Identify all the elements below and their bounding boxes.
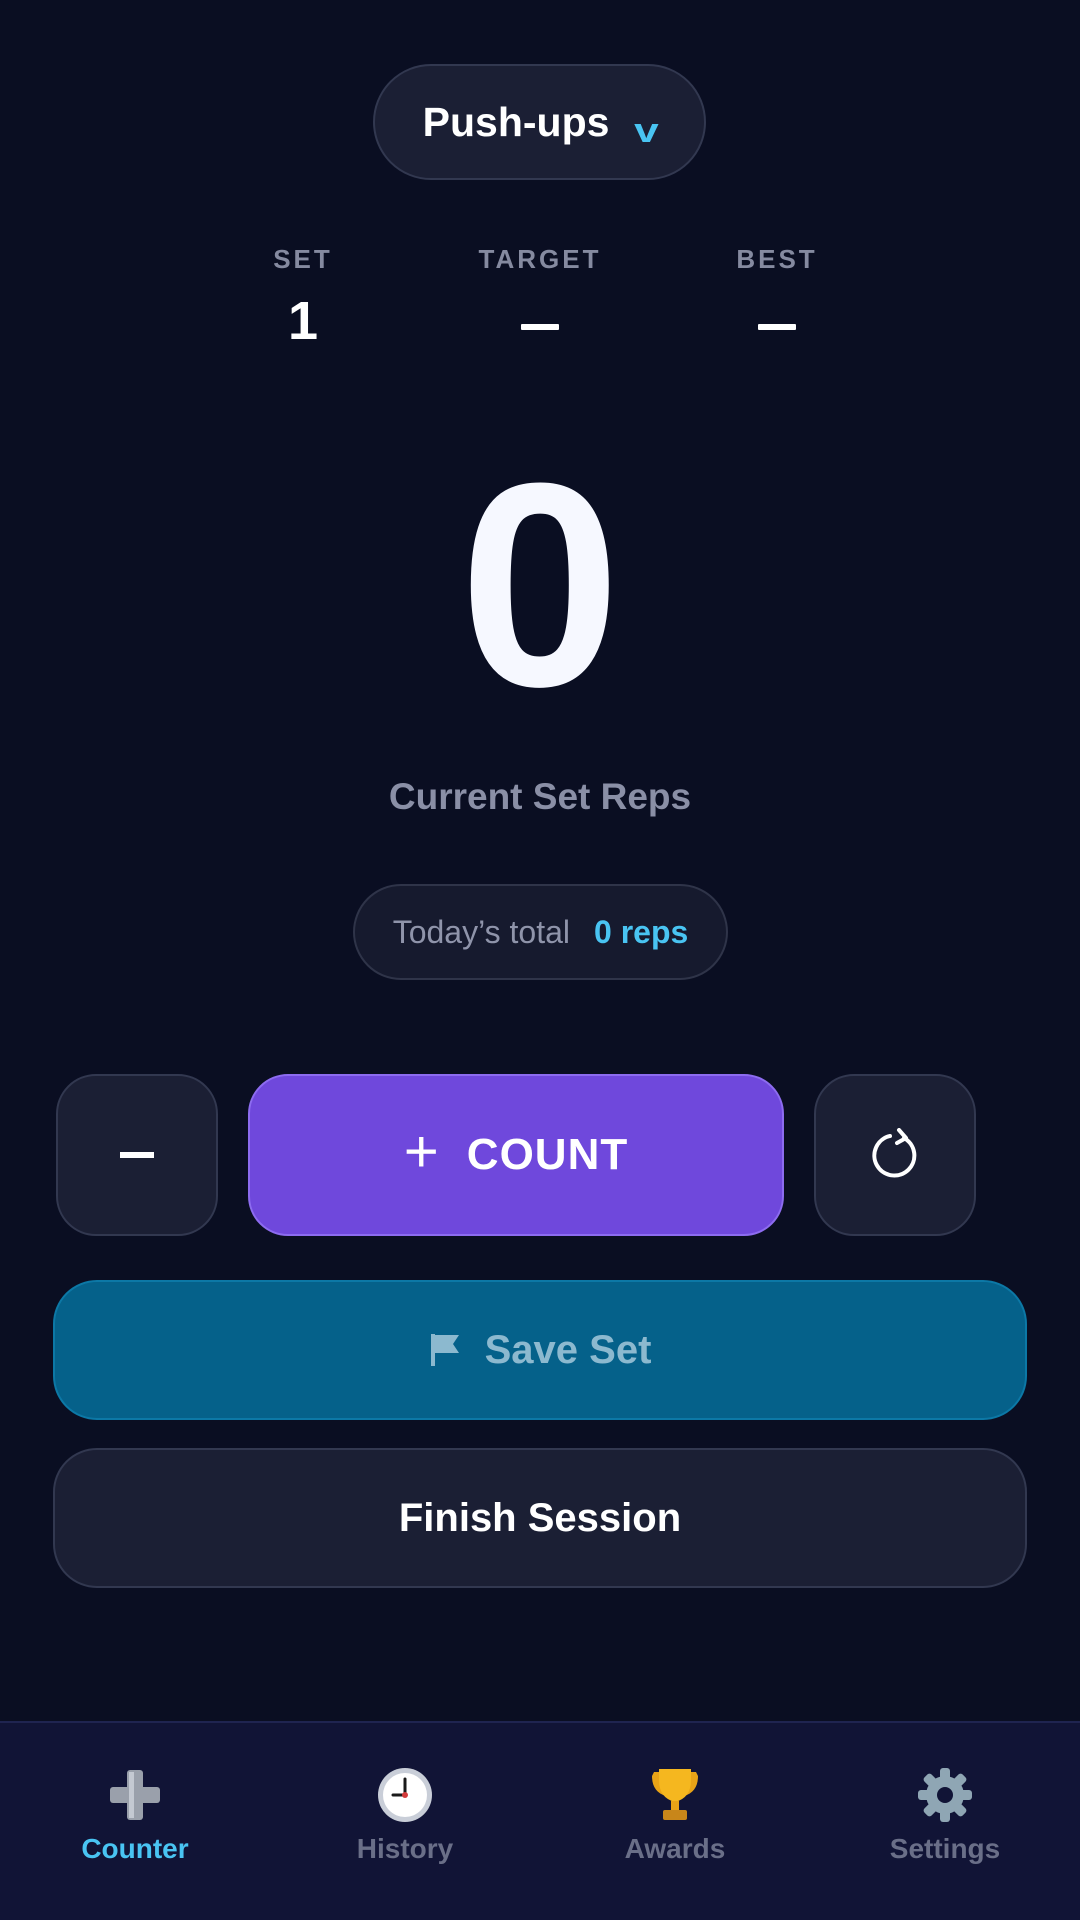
stat-label: TARGET (478, 244, 602, 274)
today-total-value: 0 reps (594, 913, 689, 950)
nav-item-history[interactable]: History (270, 1723, 540, 1920)
exercise-selector[interactable]: Push-ups v (373, 64, 706, 180)
clock-icon (375, 1767, 435, 1823)
stat-label: SET (273, 244, 333, 274)
finish-session-label: Finish Session (398, 1495, 682, 1540)
reset-icon (872, 1128, 917, 1178)
stat-best: BEST (677, 244, 877, 330)
save-set-label: Save Set (484, 1327, 652, 1372)
stat-empty-dash (521, 324, 559, 330)
nav-label: Settings (889, 1833, 1001, 1864)
today-total-label: Today’s total (392, 913, 570, 950)
finish-session-button[interactable]: Finish Session (53, 1448, 1027, 1588)
stat-label: BEST (736, 244, 818, 274)
decrement-button[interactable] (56, 1074, 218, 1236)
counter-screen: Push-ups v SET 1 TARGET BEST 0 Current S… (0, 0, 1080, 1920)
plus-icon: + (403, 1118, 439, 1185)
nav-label: History (356, 1833, 454, 1864)
today-total-badge: Today’s total 0 reps (353, 884, 728, 980)
nav-item-settings[interactable]: Settings (810, 1723, 1080, 1920)
nav-label: Counter (81, 1833, 189, 1864)
trophy-icon (645, 1767, 705, 1823)
count-button[interactable]: + COUNT (248, 1074, 784, 1236)
stat-value: 1 (287, 291, 319, 351)
nav-item-counter[interactable]: Counter (0, 1723, 270, 1920)
rep-counter: 0 (459, 423, 621, 747)
rep-counter-caption: Current Set Reps (388, 776, 692, 817)
minus-icon (120, 1152, 154, 1158)
exercise-name: Push-ups (422, 98, 610, 145)
gear-icon (915, 1767, 975, 1823)
stat-set: SET 1 (203, 244, 403, 352)
flag-icon (430, 1334, 459, 1366)
reset-button[interactable] (814, 1074, 976, 1236)
plus-icon (105, 1767, 165, 1823)
nav-item-awards[interactable]: Awards (540, 1723, 810, 1920)
stat-target: TARGET (440, 244, 640, 330)
stat-empty-dash (758, 324, 796, 330)
save-set-button[interactable]: Save Set (53, 1280, 1027, 1420)
chevron-down-icon: v (634, 111, 660, 150)
bottom-nav: Counter History Awards Settings (0, 1721, 1080, 1920)
count-button-label: COUNT (466, 1130, 629, 1179)
nav-label: Awards (624, 1833, 726, 1864)
